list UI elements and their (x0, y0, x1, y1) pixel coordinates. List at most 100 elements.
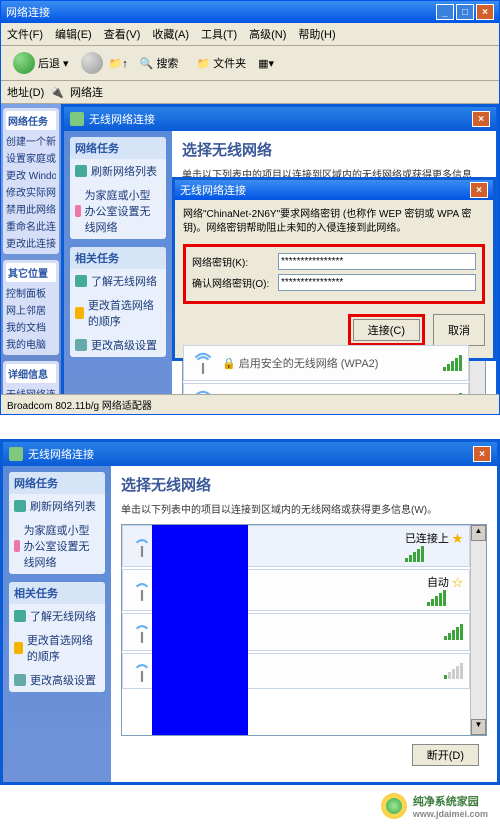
menu-view[interactable]: 查看(V) (104, 26, 141, 42)
watermark-text: 纯净系统家园 (413, 793, 488, 809)
wlan-close-button[interactable]: × (472, 111, 490, 127)
gear-icon (75, 339, 87, 351)
list-item[interactable]: 禁用此网络 (6, 200, 56, 217)
views-button[interactable]: ▦▾ (258, 57, 274, 70)
list-item[interactable]: 设置家庭或 (6, 149, 56, 166)
address-bar: 地址(D) 🔌 网络连 (1, 81, 499, 104)
menu-adv[interactable]: 高级(N) (249, 26, 286, 42)
maximize-button[interactable]: □ (456, 4, 474, 20)
menu-tools[interactable]: 工具(T) (201, 26, 237, 42)
password-dialog: 无线网络连接 × 网络"ChinaNet-2N6Y"要求网络密钥 (也称作 WE… (172, 177, 496, 361)
antenna-icon (190, 388, 216, 394)
setup-network-link[interactable]: 为家庭或小型办公室设置无线网络 (9, 518, 105, 574)
minimize-button[interactable]: _ (436, 4, 454, 20)
wlan-heading-2: 选择无线网络 (121, 474, 487, 495)
list-item[interactable]: 创建一个新 (6, 132, 56, 149)
pw-close-button[interactable]: × (470, 182, 488, 198)
list-item[interactable]: 修改实际网 (6, 183, 56, 200)
list-item[interactable]: 控制面板 (6, 284, 56, 301)
wlan-main-2: 选择无线网络 单击以下列表中的项目以连接到区域内的无线网络或获得更多信息(W)。… (111, 466, 497, 782)
wlan-sidebar-2: 网络任务 刷新网络列表 为家庭或小型办公室设置无线网络 相关任务 了解无线网络 … (3, 466, 111, 782)
explorer-side-pane: 网络任务 创建一个新 设置家庭或 更改 Windo 修改实际网 禁用此网络 重命… (1, 104, 61, 394)
list-item[interactable]: 更改 Windo (6, 166, 56, 183)
side-group-details: 详细信息 (6, 364, 56, 383)
signal-bars (444, 663, 463, 679)
advanced-settings-link[interactable]: 更改高级设置 (70, 333, 166, 357)
learn-wireless-link[interactable]: 了解无线网络 (70, 269, 166, 293)
close-button[interactable]: × (476, 4, 494, 20)
wlan-window: 无线网络连接 × 网络任务 刷新网络列表 为家庭或小型办公室设置无线网络 相关任… (61, 104, 499, 394)
confirm-key-label: 确认网络密钥(O): (192, 275, 270, 290)
address-icon: 🔌 (50, 86, 64, 99)
auto-badge: 自动 (427, 577, 449, 589)
setup-network-link[interactable]: 为家庭或小型办公室设置无线网络 (70, 183, 166, 239)
watermark: 纯净系统家园 www.jdaimei.com (0, 785, 500, 827)
wlan-heading: 选择无线网络 (182, 139, 486, 160)
scrollbar[interactable]: ▲▼ (470, 525, 486, 735)
forward-button[interactable] (81, 52, 103, 74)
side-group-network-tasks: 网络任务 (6, 111, 56, 130)
side-head-related-2: 相关任务 (9, 582, 105, 604)
menu-edit[interactable]: 编辑(E) (55, 26, 92, 42)
list-item[interactable]: 我的文档 (6, 318, 56, 335)
list-item[interactable]: 我的电脑 (6, 335, 56, 352)
pw-title: 无线网络连接 (180, 182, 246, 198)
wlan-titlebar-2[interactable]: 无线网络连接 × (3, 442, 497, 466)
star-icon: ☆ (452, 577, 463, 589)
side-head-network-tasks-2: 网络任务 (9, 472, 105, 494)
refresh-icon (14, 500, 26, 512)
pw-titlebar[interactable]: 无线网络连接 × (175, 180, 493, 200)
change-order-link[interactable]: 更改首选网络的顺序 (9, 628, 105, 668)
pw-description: 网络"ChinaNet-2N6Y"要求网络密钥 (也称作 WEP 密钥或 WPA… (183, 208, 485, 236)
disconnect-button[interactable]: 断开(D) (412, 744, 479, 766)
cancel-button[interactable]: 取消 (433, 314, 485, 346)
wlan-close-button-2[interactable]: × (473, 446, 491, 462)
refresh-networks-link[interactable]: 刷新网络列表 (9, 494, 105, 518)
up-button[interactable]: 📁↑ (109, 57, 128, 70)
address-label: 地址(D) (7, 84, 44, 100)
network-item[interactable]: 🔒启用安全的无线网络 (WPA2) (183, 345, 469, 381)
home-icon (75, 205, 81, 217)
folders-button[interactable]: 📁文件夹 (190, 53, 252, 73)
network-item[interactable]: 🔒启用安全的无线网络 (WPA2) (183, 383, 469, 394)
antenna-icon (190, 350, 216, 376)
menu-fav[interactable]: 收藏(A) (152, 26, 189, 42)
wlan-icon (70, 112, 84, 126)
advanced-settings-link[interactable]: 更改高级设置 (9, 668, 105, 692)
explorer-titlebar[interactable]: 网络连接 _ □ × (1, 1, 499, 23)
gear-icon (14, 674, 26, 686)
wlan-subtext-2: 单击以下列表中的项目以连接到区域内的无线网络或获得更多信息(W)。 (121, 501, 487, 516)
side-head-network-tasks: 网络任务 (70, 137, 166, 159)
back-button[interactable]: 后退 ▾ (7, 50, 75, 76)
explorer-window: 网络连接 _ □ × 文件(F) 编辑(E) 查看(V) 收藏(A) 工具(T)… (0, 0, 500, 415)
wlan-title-text-2: 无线网络连接 (28, 446, 94, 462)
confirm-key-input[interactable] (278, 274, 476, 291)
back-icon (13, 52, 35, 74)
signal-bars (427, 590, 463, 606)
wlan-sidebar: 网络任务 刷新网络列表 为家庭或小型办公室设置无线网络 相关任务 了解无线网络 … (64, 131, 172, 394)
list-item[interactable]: 网上邻居 (6, 301, 56, 318)
toolbar: 后退 ▾ 📁↑ 🔍搜索 📁文件夹 ▦▾ (1, 46, 499, 81)
menu-file[interactable]: 文件(F) (7, 26, 43, 42)
connect-button[interactable]: 连接(C) (353, 319, 420, 341)
address-value[interactable]: 网络连 (70, 84, 103, 100)
list-item: 无线网络连 (6, 385, 56, 394)
change-order-link[interactable]: 更改首选网络的顺序 (70, 293, 166, 333)
list-item[interactable]: 重命名此连 (6, 217, 56, 234)
menubar: 文件(F) 编辑(E) 查看(V) 收藏(A) 工具(T) 高级(N) 帮助(H… (1, 23, 499, 46)
home-icon (14, 540, 20, 552)
learn-wireless-link[interactable]: 了解无线网络 (9, 604, 105, 628)
network-key-input[interactable] (278, 253, 476, 270)
menu-help[interactable]: 帮助(H) (298, 26, 335, 42)
refresh-icon (75, 165, 87, 177)
search-button[interactable]: 🔍搜索 (134, 53, 185, 73)
info-icon (14, 610, 26, 622)
info-icon (75, 275, 87, 287)
explorer-title: 网络连接 (6, 4, 50, 20)
wlan-titlebar[interactable]: 无线网络连接 × (64, 107, 496, 131)
list-item[interactable]: 更改此连接 (6, 234, 56, 251)
side-head-related: 相关任务 (70, 247, 166, 269)
refresh-networks-link[interactable]: 刷新网络列表 (70, 159, 166, 183)
wlan-main: 选择无线网络 单击以下列表中的项目以连接到区域内的无线网络或获得更多信息(W)。… (172, 131, 496, 394)
highlight-box: 网络密钥(K): 确认网络密钥(O): (183, 244, 485, 304)
